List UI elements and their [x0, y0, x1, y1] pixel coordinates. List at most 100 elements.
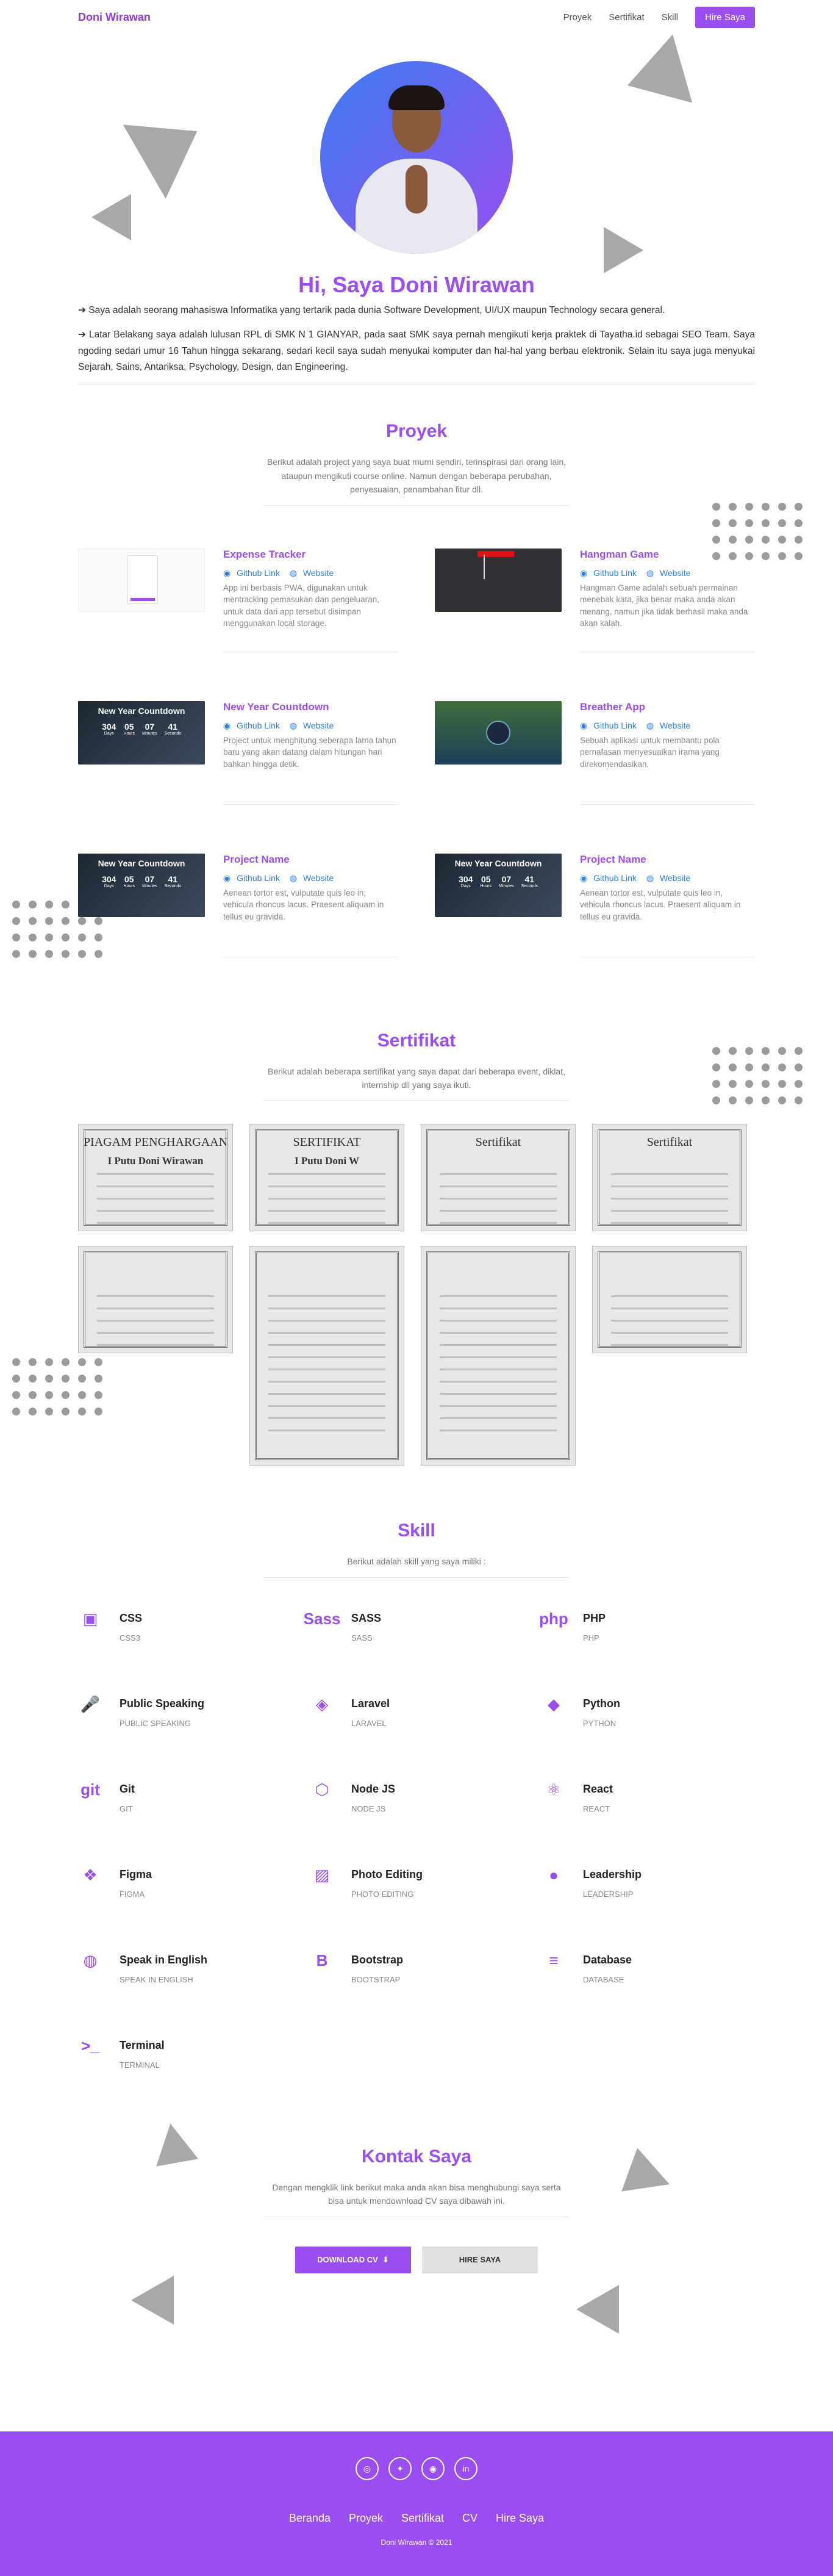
- footer-link-hire[interactable]: Hire Saya: [496, 2512, 544, 2525]
- project-name[interactable]: New Year Countdown: [223, 701, 398, 713]
- decor-triangle: [131, 2276, 174, 2325]
- github-icon: ◉: [223, 720, 231, 730]
- website-link[interactable]: ◍ Website: [290, 873, 337, 883]
- project-thumbnail[interactable]: New Year Countdown 304 Days 05 Hours 07 Minut…: [78, 853, 205, 917]
- skill-sub: Git: [120, 1804, 133, 1813]
- database-icon: ≡: [549, 1951, 559, 1970]
- project-desc: App ini berbasis PWA, digunakan untuk me…: [223, 583, 379, 628]
- website-link[interactable]: ◍ Website: [646, 721, 694, 730]
- project-desc: Hangman Game adalah sebuah permainan men…: [580, 583, 748, 628]
- project-info: Expense Tracker ◉ Github Link ◍ Website …: [223, 549, 398, 652]
- certificate-image[interactable]: PIAGAM PENGHARGAAN I Putu Doni Wirawan: [78, 1124, 233, 1232]
- skill-item: ⬡ Node JS Node JS: [310, 1780, 542, 1866]
- nav-link-sertifikat[interactable]: Sertifikat: [609, 12, 644, 23]
- skill-item: git Git Git: [78, 1780, 310, 1866]
- github-link[interactable]: ◉ Github Link: [580, 721, 640, 730]
- skill-sub: Python: [583, 1718, 617, 1728]
- website-link[interactable]: ◍ Website: [646, 568, 694, 578]
- project-card: Hangman Game ◉ Github Link ◍ Website Han…: [435, 548, 755, 701]
- user-icon: ●: [549, 1865, 559, 1884]
- project-thumbnail[interactable]: [78, 548, 205, 612]
- divider: [264, 1577, 569, 1578]
- linkedin-icon[interactable]: in: [454, 2457, 477, 2480]
- project-card: New Year Countdown 304 Days 05 Hours 07 Minut…: [78, 700, 398, 854]
- certificate-image[interactable]: [249, 1246, 404, 1466]
- certificate-image[interactable]: [592, 1246, 747, 1354]
- skill-item: Sass SASS SASS: [303, 1609, 542, 1695]
- skill-item: php PHP PHP: [539, 1610, 773, 1695]
- terminal-icon: >_: [81, 2036, 99, 2055]
- project-name[interactable]: Breather App: [580, 701, 755, 713]
- github-link[interactable]: ◉ Github Link: [223, 873, 284, 883]
- avatar: [320, 61, 513, 254]
- skill-item: ▣ CSS CSS3: [78, 1610, 310, 1695]
- project-thumbnail[interactable]: [435, 548, 562, 612]
- contact-buttons: DOWNLOAD CV ⬇ HIRE SAYA: [0, 2246, 833, 2273]
- nav-link-skill[interactable]: Skill: [662, 12, 679, 23]
- projects-grid: Expense Tracker ◉ Github Link ◍ Website …: [0, 548, 833, 1006]
- hire-button[interactable]: Hire Saya: [695, 6, 755, 28]
- certificate-image[interactable]: [78, 1246, 233, 1354]
- project-links: ◉ Github Link ◍ Website: [580, 568, 755, 578]
- website-link[interactable]: ◍ Website: [290, 721, 337, 730]
- github-link[interactable]: ◉ Github Link: [580, 568, 640, 578]
- project-thumbnail[interactable]: New Year Countdown 304 Days 05 Hours 07 Minut…: [78, 700, 205, 765]
- decor-triangle: [576, 2285, 619, 2334]
- project-name[interactable]: Project Name: [580, 854, 755, 866]
- footer-link-sertifikat[interactable]: Sertifikat: [401, 2512, 444, 2525]
- skill-item: >_ Terminal Terminal: [78, 2037, 310, 2122]
- footer-link-beranda[interactable]: Beranda: [289, 2512, 331, 2525]
- skill-sub: PHP: [583, 1633, 599, 1642]
- skill-item: ◆ Python Python: [542, 1695, 773, 1780]
- skill-item: ◈ Laravel Laravel: [310, 1695, 542, 1780]
- navbar: Doni Wirawan Proyek Sertifikat Skill Hir…: [0, 0, 833, 34]
- website-link[interactable]: ◍ Website: [290, 568, 337, 578]
- certificates-desc: Berikut adalah beberapa sertifikat yang …: [268, 1066, 565, 1090]
- certificate-image[interactable]: SERTIFIKAT I Putu Doni W: [249, 1124, 404, 1232]
- certificate-image[interactable]: [421, 1246, 576, 1466]
- globe-icon: ◍: [646, 720, 654, 730]
- skill-item: ❖ Figma Figma: [78, 1866, 310, 1951]
- skill-name: SASS: [351, 1611, 382, 1624]
- footer-link-proyek[interactable]: Proyek: [349, 2512, 383, 2525]
- hire-me-button[interactable]: HIRE SAYA: [422, 2246, 538, 2273]
- project-info: Hangman Game ◉ Github Link ◍ Website Han…: [580, 549, 755, 652]
- skills-desc: Berikut adalah skill yang saya miliki :: [347, 1556, 486, 1567]
- skill-name: Database: [583, 1953, 632, 1966]
- project-name[interactable]: Project Name: [223, 854, 398, 866]
- twitter-icon[interactable]: ✦: [388, 2457, 412, 2480]
- skill-sub: Laravel: [351, 1718, 387, 1728]
- instagram-icon[interactable]: ◎: [356, 2457, 379, 2480]
- project-thumbnail[interactable]: New Year Countdown 304 Days 05 Hours 07 Minut…: [435, 853, 562, 917]
- nav-link-proyek[interactable]: Proyek: [563, 12, 592, 23]
- footer-link-cv[interactable]: CV: [462, 2512, 477, 2525]
- python-icon: ◆: [548, 1694, 560, 1713]
- skill-name: Bootstrap: [351, 1953, 403, 1966]
- project-name[interactable]: Hangman Game: [580, 549, 755, 561]
- globe-icon: ◍: [646, 567, 654, 578]
- footer: ◎ ✦ ◉ in Beranda Proyek Sertifikat CV Hi…: [0, 2431, 833, 2576]
- certificate-image[interactable]: Sertifikat: [592, 1124, 747, 1232]
- project-name[interactable]: Expense Tracker: [223, 549, 398, 561]
- intro-paragraph-1: ➔ Saya adalah seorang mahasiswa Informat…: [78, 305, 665, 315]
- skills-title: Skill: [398, 1520, 435, 1541]
- project-thumbnail[interactable]: [435, 700, 562, 765]
- brand-logo[interactable]: Doni Wirawan: [78, 11, 151, 24]
- project-desc: Aenean tortor est, vulputate quis leo in…: [580, 888, 741, 921]
- project-card: Expense Tracker ◉ Github Link ◍ Website …: [78, 548, 398, 701]
- certificate-image[interactable]: Sertifikat: [421, 1124, 576, 1232]
- microphone-icon: 🎤: [80, 1694, 101, 1713]
- skill-name: Git: [120, 1782, 135, 1795]
- sass-icon: Sass: [303, 1609, 341, 1628]
- website-link[interactable]: ◍ Website: [646, 873, 694, 883]
- certificates-section: Sertifikat Berikut adalah beberapa serti…: [0, 1031, 833, 1466]
- project-card: New Year Countdown 304 Days 05 Hours 07 Minut…: [78, 853, 398, 1006]
- github-link[interactable]: ◉ Github Link: [223, 568, 284, 578]
- skill-item: ▨ Photo Editing Photo Editing: [310, 1866, 542, 1951]
- download-cv-button[interactable]: DOWNLOAD CV ⬇: [295, 2246, 411, 2273]
- github-link[interactable]: ◉ Github Link: [580, 873, 640, 883]
- github-icon[interactable]: ◉: [421, 2457, 445, 2480]
- skill-sub: Database: [583, 1974, 624, 1984]
- skill-name: PHP: [583, 1611, 606, 1624]
- github-link[interactable]: ◉ Github Link: [223, 721, 284, 730]
